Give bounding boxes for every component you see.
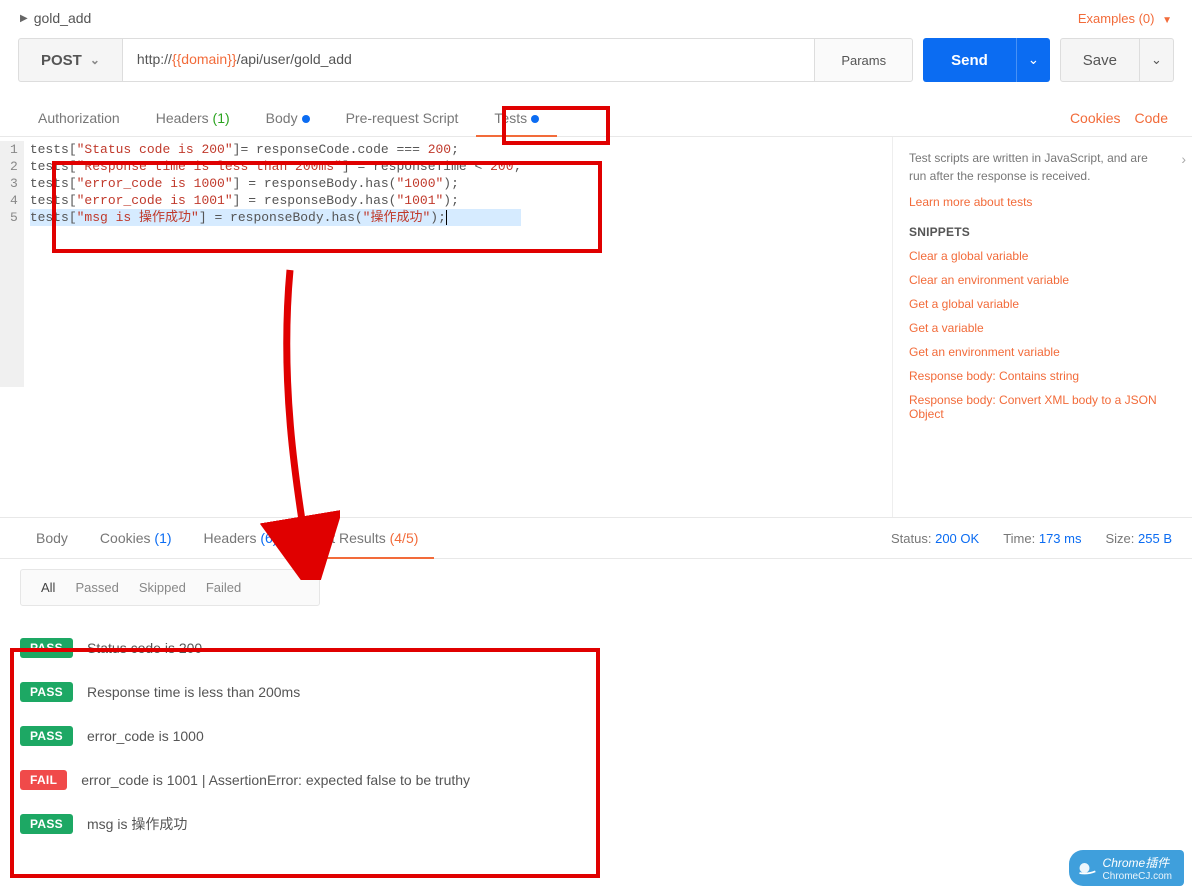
snippet-link[interactable]: Response body: Contains string bbox=[909, 369, 1188, 383]
snippet-link[interactable]: Get an environment variable bbox=[909, 345, 1188, 359]
result-item: PASS error_code is 1000 bbox=[20, 714, 1172, 758]
code-link[interactable]: Code bbox=[1135, 110, 1168, 126]
filter-skipped[interactable]: Skipped bbox=[139, 580, 186, 595]
tab-tests[interactable]: Tests bbox=[476, 100, 557, 136]
chevron-down-icon: ⌄ bbox=[90, 53, 100, 67]
res-tab-body[interactable]: Body bbox=[20, 518, 84, 558]
dot-icon bbox=[531, 115, 539, 123]
snail-icon bbox=[1077, 861, 1097, 875]
code-line: tests["error_code is 1000"] = responseBo… bbox=[30, 175, 522, 192]
gutter-line: 5 bbox=[10, 209, 18, 226]
watermark: Chrome插件 ChromeCJ.com bbox=[1069, 850, 1184, 886]
tab-authorization[interactable]: Authorization bbox=[20, 100, 138, 136]
status-badge: PASS bbox=[20, 638, 73, 658]
params-button[interactable]: Params bbox=[814, 38, 913, 82]
chevron-right-icon[interactable]: › bbox=[1181, 151, 1186, 167]
gutter-line: 3 bbox=[10, 175, 18, 192]
filter-passed[interactable]: Passed bbox=[75, 580, 118, 595]
filter-failed[interactable]: Failed bbox=[206, 580, 241, 595]
caret-down-icon: ▼ bbox=[1162, 15, 1172, 26]
result-item: FAIL error_code is 1001 | AssertionError:… bbox=[20, 758, 1172, 802]
res-tab-headers[interactable]: Headers (6) bbox=[188, 518, 294, 558]
snippets-header: SNIPPETS bbox=[909, 225, 1188, 239]
code-line: tests["msg is 操作成功"] = responseBody.has(… bbox=[30, 209, 522, 226]
snippet-link[interactable]: Response body: Convert XML body to a JSO… bbox=[909, 393, 1188, 421]
chevron-down-icon: ⌄ bbox=[1151, 52, 1162, 68]
learn-more-link[interactable]: Learn more about tests bbox=[909, 195, 1188, 209]
result-item: PASS msg is 操作成功 bbox=[20, 802, 1172, 846]
status-badge: PASS bbox=[20, 682, 73, 702]
snippet-link[interactable]: Clear an environment variable bbox=[909, 273, 1188, 287]
result-list: PASS Status code is 200 PASS Response time … bbox=[0, 616, 1192, 856]
dot-icon bbox=[302, 115, 310, 123]
tab-headers[interactable]: Headers (1) bbox=[138, 100, 248, 136]
status-badge: PASS bbox=[20, 814, 73, 834]
examples-dropdown[interactable]: Examples (0) ▼ bbox=[1078, 11, 1172, 26]
code-line: tests["Response time is less than 200ms"… bbox=[30, 158, 522, 175]
url-input[interactable]: http://{{domain}}/api/user/gold_add bbox=[123, 38, 814, 82]
side-panel: › Test scripts are written in JavaScript… bbox=[892, 137, 1192, 517]
snippet-link[interactable]: Clear a global variable bbox=[909, 249, 1188, 263]
res-tab-cookies[interactable]: Cookies (1) bbox=[84, 518, 188, 558]
result-text: msg is 操作成功 bbox=[87, 814, 187, 834]
filter-all[interactable]: All bbox=[41, 580, 55, 595]
send-button[interactable]: Send bbox=[923, 38, 1016, 82]
result-text: error_code is 1001 | AssertionError: exp… bbox=[81, 772, 470, 788]
code-line: tests["error_code is 1001"] = responseBo… bbox=[30, 192, 522, 209]
snippet-link[interactable]: Get a variable bbox=[909, 321, 1188, 335]
result-item: PASS Status code is 200 bbox=[20, 626, 1172, 670]
side-info: Test scripts are written in JavaScript, … bbox=[909, 149, 1188, 185]
send-dropdown[interactable]: ⌄ bbox=[1016, 38, 1050, 82]
gutter-line: 4 bbox=[10, 192, 18, 209]
time-meta: Time: 173 ms bbox=[1003, 531, 1081, 546]
watermark-bottom: ChromeCJ.com bbox=[1103, 871, 1172, 882]
code-lines: tests["Status code is 200"]= responseCod… bbox=[24, 141, 522, 387]
triangle-right-icon: ▶ bbox=[20, 13, 28, 24]
code-line: tests["Status code is 200"]= responseCod… bbox=[30, 141, 522, 158]
url-variable: {{domain}} bbox=[172, 51, 237, 67]
url-prefix: http:// bbox=[137, 51, 172, 67]
code-editor[interactable]: 12345 tests["Status code is 200"]= respo… bbox=[0, 137, 892, 517]
breadcrumb[interactable]: ▶ gold_add bbox=[20, 10, 91, 26]
method-select[interactable]: POST ⌄ bbox=[18, 38, 123, 82]
result-filter-bar: All Passed Skipped Failed bbox=[20, 569, 320, 606]
gutter-line: 1 bbox=[10, 141, 18, 158]
examples-label: Examples (0) bbox=[1078, 11, 1155, 26]
tab-body[interactable]: Body bbox=[248, 100, 328, 136]
request-title: gold_add bbox=[34, 10, 92, 26]
url-suffix: /api/user/gold_add bbox=[237, 51, 352, 67]
code-gutter: 12345 bbox=[0, 141, 24, 387]
chevron-down-icon: ⌄ bbox=[1028, 52, 1039, 68]
save-button[interactable]: Save bbox=[1060, 38, 1140, 82]
status-badge: FAIL bbox=[20, 770, 67, 790]
tab-prerequest[interactable]: Pre-request Script bbox=[328, 100, 477, 136]
result-item: PASS Response time is less than 200ms bbox=[20, 670, 1172, 714]
gutter-line: 2 bbox=[10, 158, 18, 175]
result-text: Response time is less than 200ms bbox=[87, 684, 300, 700]
res-tab-testresults[interactable]: Test Results (4/5) bbox=[293, 518, 434, 558]
result-text: error_code is 1000 bbox=[87, 728, 204, 744]
result-text: Status code is 200 bbox=[87, 640, 202, 656]
snippet-link[interactable]: Get a global variable bbox=[909, 297, 1188, 311]
status-badge: PASS bbox=[20, 726, 73, 746]
status-meta: Status: 200 OK bbox=[891, 531, 979, 546]
save-dropdown[interactable]: ⌄ bbox=[1140, 38, 1174, 82]
cookies-link[interactable]: Cookies bbox=[1070, 110, 1121, 126]
size-meta: Size: 255 B bbox=[1105, 531, 1172, 546]
watermark-top: Chrome插件 bbox=[1103, 856, 1170, 870]
method-value: POST bbox=[41, 52, 82, 69]
